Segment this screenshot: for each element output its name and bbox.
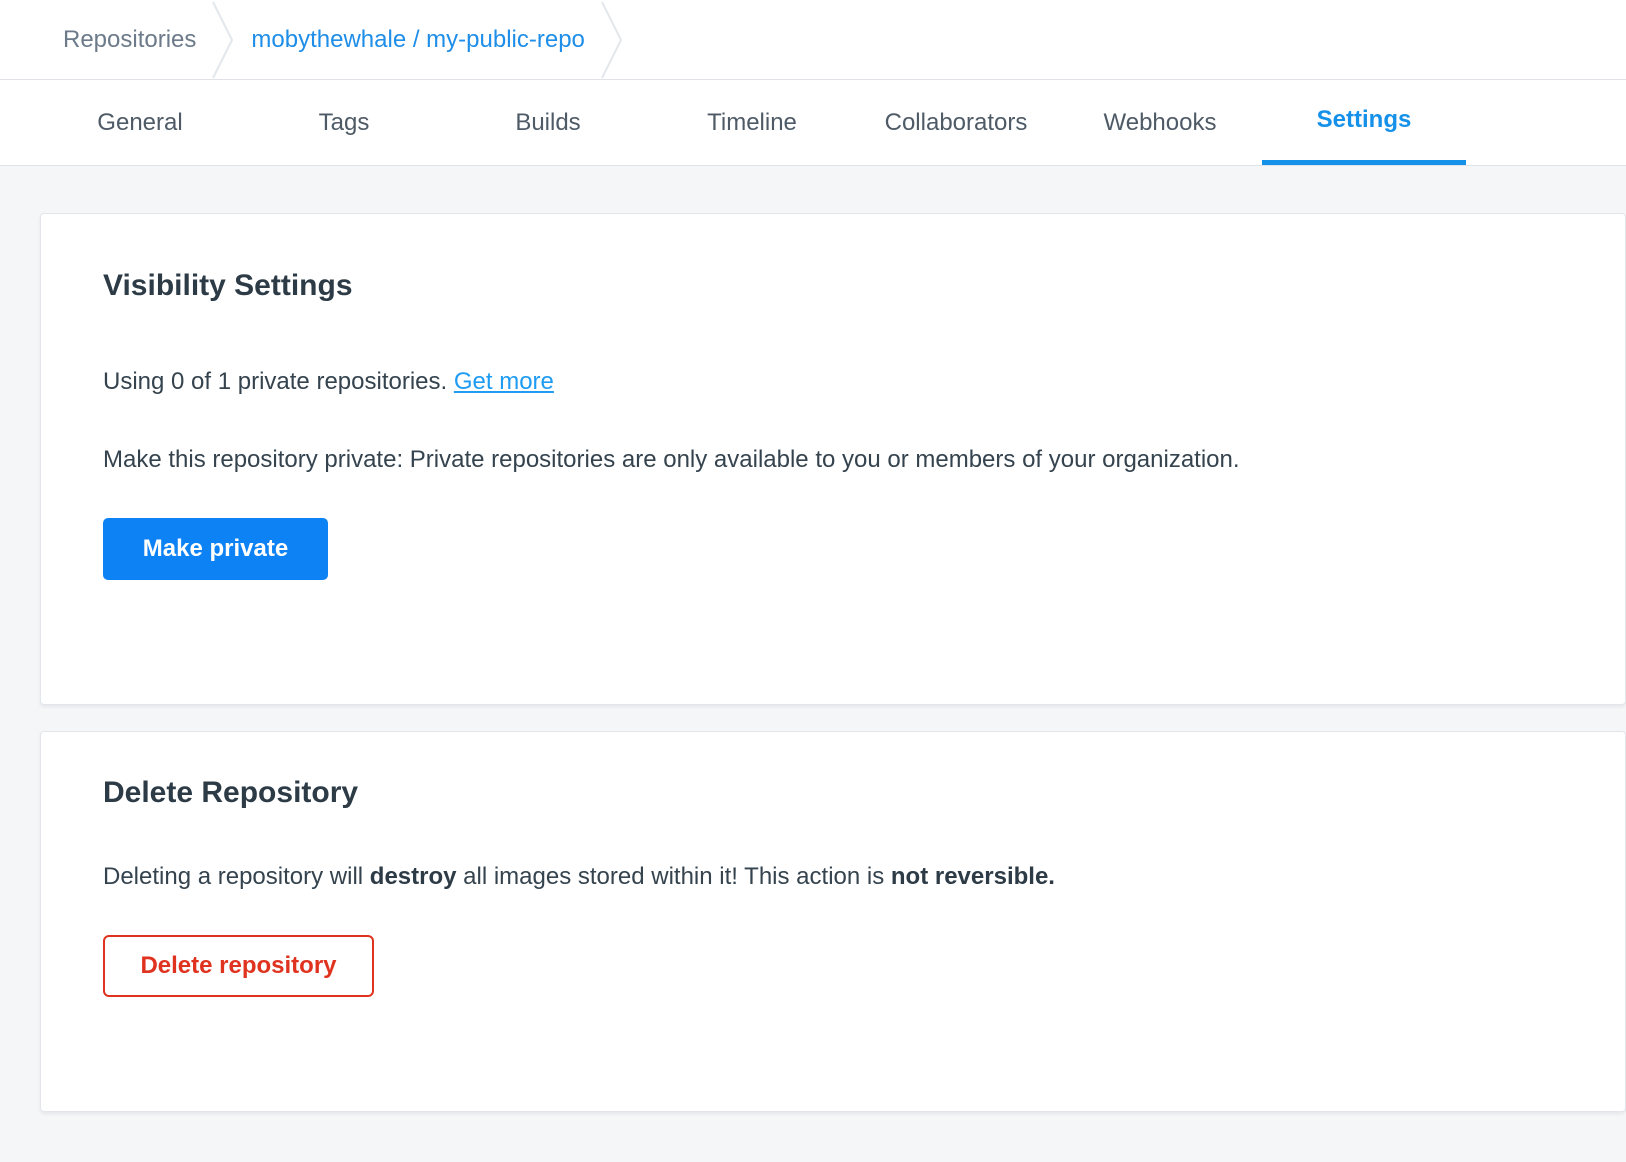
breadcrumb-repositories-link[interactable]: Repositories [63,26,196,54]
visibility-settings-card: Visibility Settings Using 0 of 1 private… [40,213,1626,705]
tab-webhooks[interactable]: Webhooks [1058,80,1262,165]
breadcrumb-chevron-icon [212,0,234,80]
delete-repository-card: Delete Repository Deleting a repository … [40,731,1626,1112]
breadcrumb-current-repo-link[interactable]: mobythewhale / my-public-repo [251,26,584,54]
tab-tags[interactable]: Tags [242,80,446,165]
delete-repository-title: Delete Repository [103,776,1565,810]
breadcrumb: Repositories mobythewhale / my-public-re… [0,0,1626,80]
repo-tab-bar: General Tags Builds Timeline Collaborato… [0,80,1626,166]
tab-builds[interactable]: Builds [446,80,650,165]
warning-middle: all images stored within it! This action… [456,863,890,890]
tab-settings[interactable]: Settings [1262,80,1466,165]
tab-timeline[interactable]: Timeline [650,80,854,165]
delete-repository-button[interactable]: Delete repository [103,935,374,997]
visibility-settings-title: Visibility Settings [103,269,1565,303]
settings-content: Visibility Settings Using 0 of 1 private… [0,166,1626,1112]
make-private-description: Make this repository private: Private re… [103,445,1565,474]
usage-count-text: Using 0 of 1 private repositories. [103,368,454,395]
private-repo-usage-text: Using 0 of 1 private repositories. Get m… [103,367,1565,396]
warning-destroy-text: destroy [370,863,457,890]
make-private-button[interactable]: Make private [103,518,328,580]
delete-warning-text: Deleting a repository will destroy all i… [103,862,1565,891]
warning-prefix: Deleting a repository will [103,863,370,890]
breadcrumb-chevron-icon [601,0,623,80]
warning-not-reversible-text: not reversible. [891,863,1055,890]
tab-collaborators[interactable]: Collaborators [854,80,1058,165]
tab-general[interactable]: General [38,80,242,165]
get-more-link[interactable]: Get more [454,368,554,395]
